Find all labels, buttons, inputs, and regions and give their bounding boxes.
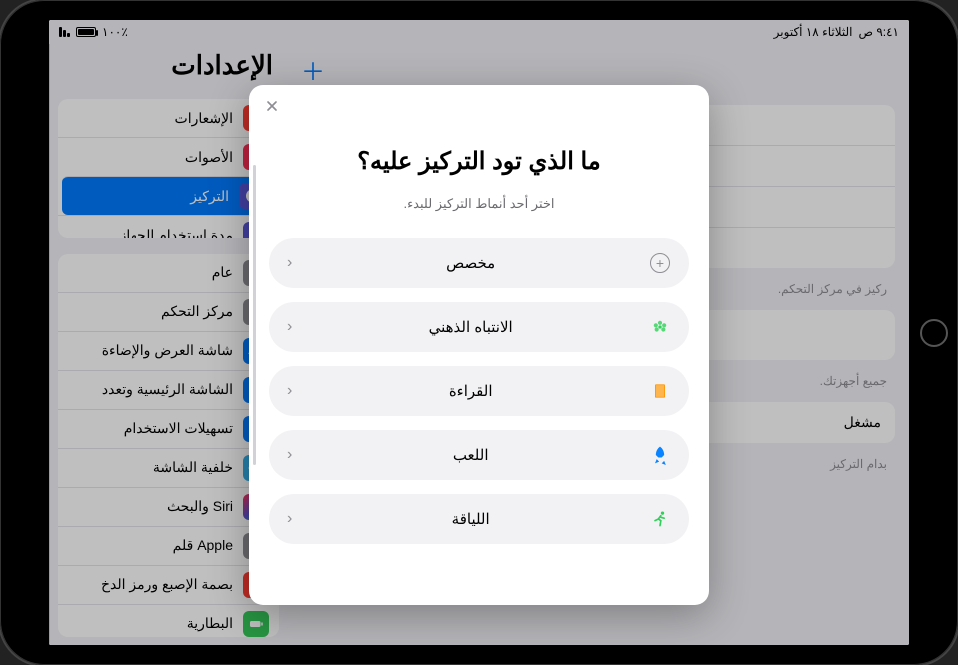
focus-option-label: اللعب <box>292 446 649 464</box>
close-button[interactable] <box>261 95 283 117</box>
ipad-frame: ٩:٤١ ص الثلاثاء ١٨ أكتوبر ٪١٠٠ الإعدادات… <box>0 0 958 665</box>
chevron-left-icon: ‹ <box>287 382 292 400</box>
focus-option-label: اللياقة <box>292 510 649 528</box>
focus-option-lotus[interactable]: الانتباه الذهني‹ <box>269 302 689 352</box>
focus-option-rocket[interactable]: اللعب‹ <box>269 430 689 480</box>
runner-icon <box>649 508 671 530</box>
chevron-left-icon: ‹ <box>287 510 292 528</box>
plus-icon: + <box>649 252 671 274</box>
focus-option-runner[interactable]: اللياقة‹ <box>269 494 689 544</box>
focus-option-label: القراءة <box>292 382 649 400</box>
modal-options-list[interactable]: +مخصص‹الانتباه الذهني‹القراءة‹اللعب‹اللي… <box>249 238 709 605</box>
chevron-left-icon: ‹ <box>287 254 292 272</box>
rocket-icon <box>649 444 671 466</box>
book-icon <box>649 380 671 402</box>
home-button[interactable] <box>920 319 948 347</box>
close-icon <box>264 98 280 114</box>
focus-option-label: الانتباه الذهني <box>292 318 649 336</box>
lotus-icon <box>649 316 671 338</box>
focus-picker-modal: ما الذي تود التركيز عليه؟ اختر أحد أنماط… <box>249 85 709 605</box>
chevron-left-icon: ‹ <box>287 446 292 464</box>
focus-option-label: مخصص <box>292 254 649 272</box>
focus-option-book[interactable]: القراءة‹ <box>269 366 689 416</box>
scroll-indicator <box>253 165 256 465</box>
modal-title: ما الذي تود التركيز عليه؟ <box>249 147 709 176</box>
modal-subtitle: اختر أحد أنماط التركيز للبدء. <box>249 196 709 212</box>
chevron-left-icon: ‹ <box>287 318 292 336</box>
screen: ٩:٤١ ص الثلاثاء ١٨ أكتوبر ٪١٠٠ الإعدادات… <box>49 20 909 645</box>
focus-option-plus[interactable]: +مخصص‹ <box>269 238 689 288</box>
